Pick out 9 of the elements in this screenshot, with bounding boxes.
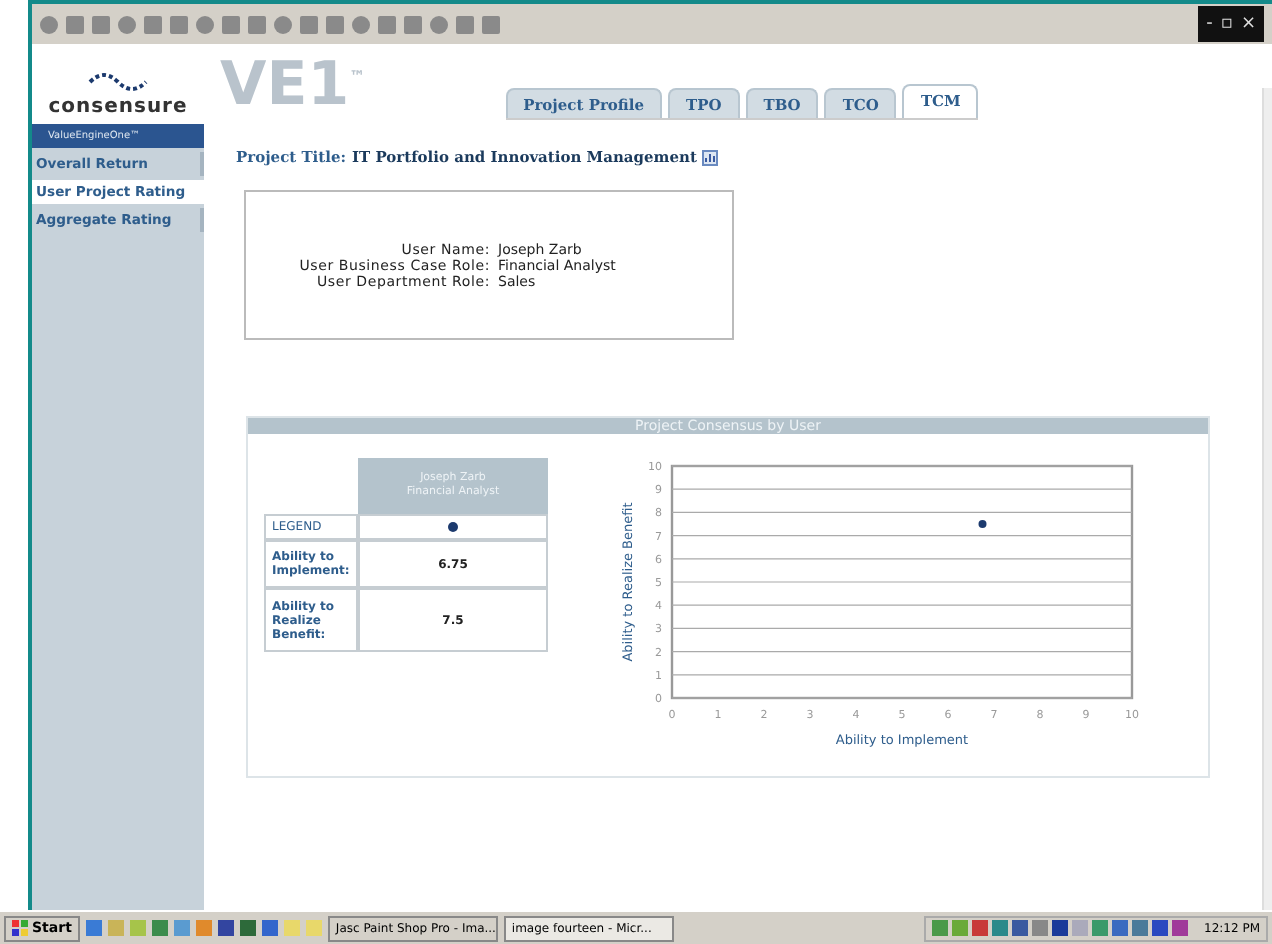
window-control[interactable]: - xyxy=(1206,14,1213,34)
windows-logo-icon xyxy=(12,920,28,936)
scrollbar[interactable] xyxy=(1262,88,1272,910)
swirl-icon xyxy=(84,68,152,96)
logo: consensure xyxy=(48,96,188,118)
window-control[interactable]: ▫ xyxy=(1220,14,1233,34)
window-control[interactable]: × xyxy=(1240,14,1256,34)
product-logo: VE1$^{™}$ xyxy=(220,48,366,120)
chart-icon[interactable] xyxy=(702,149,719,165)
